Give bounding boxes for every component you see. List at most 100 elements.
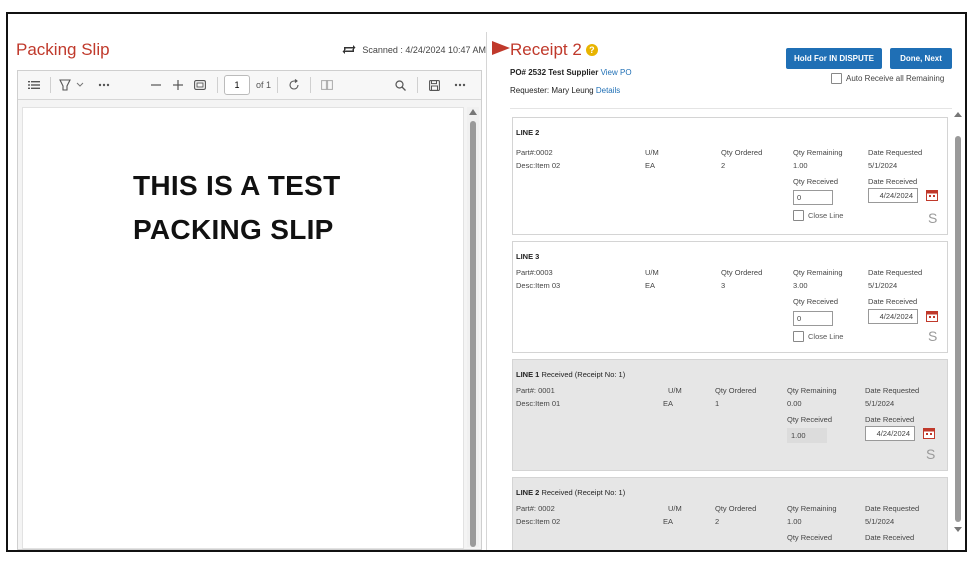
s-icon[interactable]: S bbox=[928, 210, 937, 226]
date-received-label: Date Received bbox=[865, 533, 915, 542]
date-requested-value: 5/1/2024 bbox=[868, 281, 898, 290]
um-label: U/M bbox=[645, 148, 659, 157]
scroll-up-icon[interactable] bbox=[954, 112, 962, 117]
s-icon[interactable]: S bbox=[926, 446, 935, 462]
help-icon[interactable]: ? bbox=[585, 44, 598, 56]
date-received-input[interactable]: 4/24/2024 bbox=[865, 426, 915, 441]
qty-received-label: Qty Received bbox=[787, 415, 833, 424]
date-received-label: Date Received bbox=[865, 415, 915, 424]
receipt-scrollbar[interactable] bbox=[952, 108, 964, 538]
more-tools-icon[interactable] bbox=[93, 75, 115, 95]
fit-page-icon[interactable] bbox=[189, 75, 211, 95]
close-line-checkbox[interactable] bbox=[793, 331, 804, 342]
scanned-timestamp: Scanned : 4/24/2024 10:47 AM bbox=[362, 44, 486, 55]
rescan-icon[interactable] bbox=[342, 44, 356, 55]
qty-remaining-label: Qty Remaining bbox=[787, 386, 837, 395]
qty-remaining-label: Qty Remaining bbox=[793, 148, 843, 157]
received-line-card: LINE 1 Received (Receipt No: 1) Part#: 0… bbox=[512, 359, 948, 471]
two-page-icon[interactable] bbox=[317, 75, 337, 95]
hold-dispute-button[interactable]: Hold For IN DISPUTE bbox=[786, 48, 882, 69]
item-description: Desc:Item 02 bbox=[516, 517, 561, 526]
date-received-input[interactable]: 4/24/2024 bbox=[868, 188, 918, 203]
details-link[interactable]: Details bbox=[596, 86, 620, 95]
um-value: EA bbox=[663, 399, 674, 408]
um-label: U/M bbox=[645, 268, 659, 277]
part-number: Part#: 0001 bbox=[516, 386, 555, 395]
zoom-in-icon[interactable] bbox=[167, 75, 189, 95]
more-options-icon[interactable] bbox=[448, 75, 472, 95]
qty-received-input[interactable]: 0 bbox=[793, 190, 833, 205]
calendar-icon[interactable] bbox=[923, 427, 935, 439]
receipt-title: Receipt 2 bbox=[510, 40, 582, 59]
search-icon[interactable] bbox=[389, 75, 411, 95]
scan-info: Scanned : 4/24/2024 10:47 AM bbox=[342, 44, 486, 55]
close-line-label: Close Line bbox=[808, 211, 844, 220]
line-title: LINE 3 bbox=[516, 252, 540, 261]
um-label: U/M bbox=[668, 504, 682, 513]
auto-receive-option[interactable]: Auto Receive all Remaining bbox=[831, 73, 944, 84]
scrollbar-thumb[interactable] bbox=[470, 121, 476, 547]
um-value: EA bbox=[645, 281, 656, 290]
highlight-icon[interactable] bbox=[57, 75, 73, 95]
page-count: of 1 bbox=[256, 80, 272, 90]
close-line-option[interactable]: Close Line bbox=[793, 331, 843, 342]
page-number-input[interactable] bbox=[224, 75, 250, 95]
part-number: Part#:0003 bbox=[516, 268, 553, 277]
toolbar-divider bbox=[310, 77, 312, 93]
contents-icon[interactable] bbox=[24, 75, 44, 95]
qty-remaining-label: Qty Remaining bbox=[787, 504, 837, 513]
close-line-label: Close Line bbox=[808, 332, 844, 341]
qty-remaining-value: 1.00 bbox=[793, 161, 808, 170]
qty-ordered-value: 1 bbox=[715, 399, 720, 408]
qty-ordered-value: 2 bbox=[715, 517, 720, 526]
line-title: LINE 2 bbox=[516, 128, 540, 137]
view-po-link[interactable]: View PO bbox=[601, 68, 632, 77]
part-number: Part#:0002 bbox=[516, 148, 553, 157]
scroll-down-icon[interactable] bbox=[954, 527, 962, 532]
rotate-icon[interactable] bbox=[284, 75, 304, 95]
receipt-line-card: LINE 2 Part#:0002 Desc:Item 02 U/M EA Qt… bbox=[512, 117, 948, 235]
date-received-input[interactable]: 4/24/2024 bbox=[868, 309, 918, 324]
scroll-up-icon[interactable] bbox=[469, 109, 477, 115]
qty-ordered-value: 3 bbox=[721, 281, 726, 290]
toolbar-divider bbox=[217, 77, 218, 93]
date-requested-value: 5/1/2024 bbox=[868, 161, 898, 170]
receipt-line-card: LINE 3 Part#:0003 Desc:Item 03 U/M EA Qt… bbox=[512, 241, 948, 353]
qty-ordered-label: Qty Ordered bbox=[715, 504, 757, 513]
calendar-icon[interactable] bbox=[926, 310, 938, 322]
qty-ordered-label: Qty Ordered bbox=[721, 148, 763, 157]
auto-receive-checkbox[interactable] bbox=[831, 73, 842, 84]
qty-remaining-label: Qty Remaining bbox=[793, 268, 843, 277]
pane-divider[interactable] bbox=[486, 32, 487, 550]
zoom-out-icon[interactable] bbox=[145, 75, 167, 95]
date-received-label: Date Received bbox=[868, 177, 918, 186]
done-next-button[interactable]: Done, Next bbox=[890, 48, 952, 69]
pdf-content-line-2: PACKING SLIP bbox=[133, 214, 334, 245]
item-description: Desc:Item 01 bbox=[516, 399, 561, 408]
pointer-arrow-icon bbox=[492, 41, 510, 55]
calendar-icon[interactable] bbox=[926, 189, 938, 201]
toolbar-divider bbox=[417, 77, 419, 93]
po-info: PO# 2532 Test Supplier View PO bbox=[510, 68, 632, 77]
s-icon[interactable]: S bbox=[928, 328, 937, 344]
um-label: U/M bbox=[668, 386, 682, 395]
close-line-option[interactable]: Close Line bbox=[793, 210, 843, 221]
qty-received-label: Qty Received bbox=[787, 533, 833, 542]
receipt-lines-list: LINE 2 Part#:0002 Desc:Item 02 U/M EA Qt… bbox=[510, 108, 960, 550]
pdf-content-line-1: THIS IS A TEST bbox=[133, 170, 341, 201]
chevron-down-icon[interactable] bbox=[73, 75, 87, 95]
date-requested-label: Date Requested bbox=[868, 148, 923, 157]
qty-received-input[interactable]: 0 bbox=[793, 311, 833, 326]
line-title: LINE 2 Received (Receipt No: 1) bbox=[516, 488, 626, 497]
save-icon[interactable] bbox=[424, 75, 444, 95]
pdf-scrollbar[interactable] bbox=[467, 107, 479, 547]
qty-remaining-value: 1.00 bbox=[787, 517, 802, 526]
close-line-checkbox[interactable] bbox=[793, 210, 804, 221]
pdf-content: THIS IS A TEST PACKING SLIP bbox=[133, 164, 340, 252]
qty-ordered-label: Qty Ordered bbox=[721, 268, 763, 277]
scrollbar-thumb[interactable] bbox=[955, 136, 961, 522]
receipt-pane: Receipt 2 ? PO# 2532 Test Supplier View … bbox=[510, 14, 965, 550]
date-requested-value: 5/1/2024 bbox=[865, 517, 895, 526]
packing-slip-title: Packing Slip bbox=[16, 40, 110, 59]
date-requested-label: Date Requested bbox=[865, 386, 920, 395]
